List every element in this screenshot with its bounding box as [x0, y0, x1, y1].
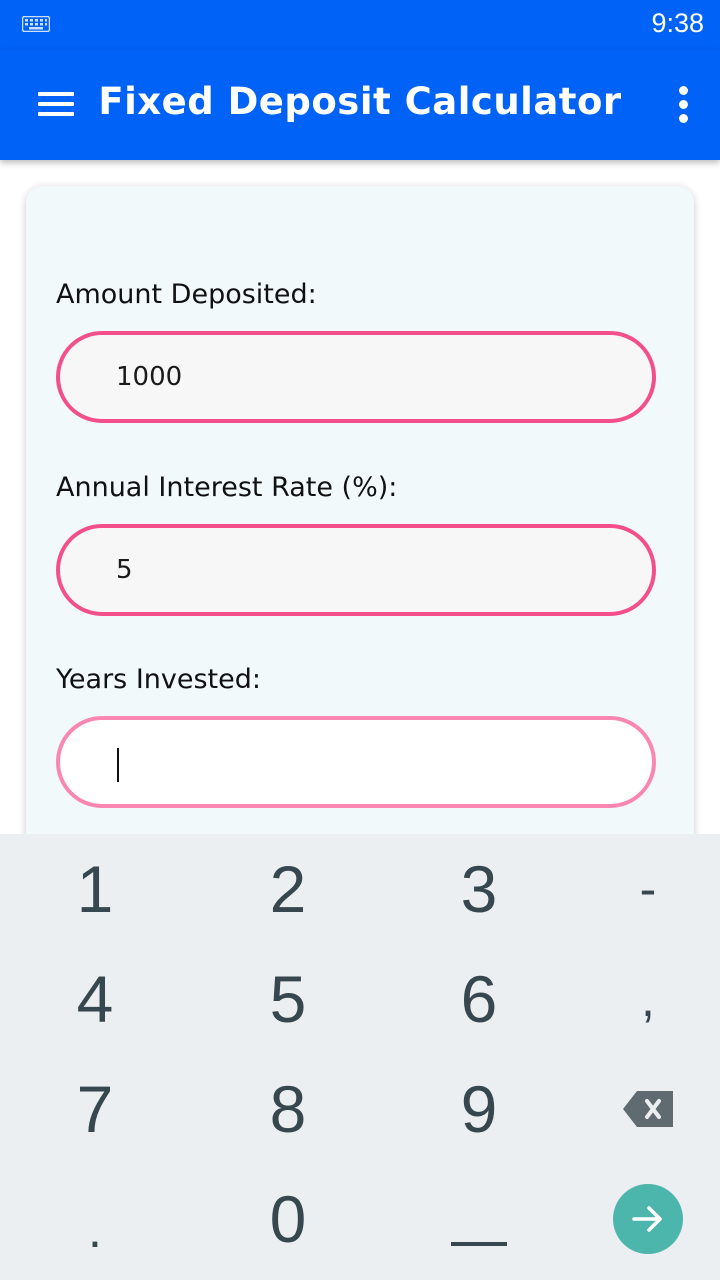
numeric-keyboard: 1 2 3 - 4 5 6 , 7 8 9 . 0	[0, 834, 720, 1280]
amount-input[interactable]: 1000	[56, 331, 656, 423]
key-enter[interactable]	[558, 1164, 720, 1274]
key-8[interactable]: 8	[198, 1054, 378, 1164]
keyboard-icon	[22, 16, 50, 32]
backspace-icon	[623, 1091, 673, 1127]
key-period[interactable]: .	[5, 1164, 185, 1274]
key-0[interactable]: 0	[198, 1164, 378, 1274]
key-1[interactable]: 1	[5, 834, 185, 944]
enter-button[interactable]	[613, 1184, 683, 1254]
interest-rate-input[interactable]: 5	[56, 524, 656, 616]
key-9[interactable]: 9	[389, 1054, 569, 1164]
app-title: Fixed Deposit Calculator	[98, 80, 622, 123]
space-bar-icon	[451, 1242, 507, 1246]
app-bar: Fixed Deposit Calculator	[0, 50, 720, 160]
key-space[interactable]	[389, 1164, 569, 1274]
amount-input-value: 1000	[116, 362, 183, 392]
key-2[interactable]: 2	[198, 834, 378, 944]
key-4[interactable]: 4	[5, 944, 185, 1054]
key-3[interactable]: 3	[389, 834, 569, 944]
screen: 9:38 Fixed Deposit Calculator Amount Dep…	[0, 0, 720, 1280]
years-label: Years Invested:	[56, 664, 261, 695]
key-backspace[interactable]	[558, 1054, 720, 1164]
calculator-form-card: Amount Deposited: 1000 Annual Interest R…	[26, 186, 694, 886]
status-bar: 9:38	[0, 0, 720, 50]
key-6[interactable]: 6	[389, 944, 569, 1054]
key-comma[interactable]: ,	[558, 944, 720, 1054]
amount-label: Amount Deposited:	[56, 279, 317, 310]
interest-rate-label: Annual Interest Rate (%):	[56, 472, 398, 503]
more-vert-icon[interactable]	[676, 84, 692, 124]
key-minus[interactable]: -	[558, 834, 720, 944]
text-cursor	[117, 748, 119, 782]
years-input[interactable]	[56, 716, 656, 808]
key-period-label: .	[88, 1202, 102, 1258]
arrow-right-icon	[632, 1206, 662, 1232]
key-7[interactable]: 7	[5, 1054, 185, 1164]
key-5[interactable]: 5	[198, 944, 378, 1054]
status-time: 9:38	[651, 8, 704, 38]
interest-rate-input-value: 5	[116, 555, 133, 585]
